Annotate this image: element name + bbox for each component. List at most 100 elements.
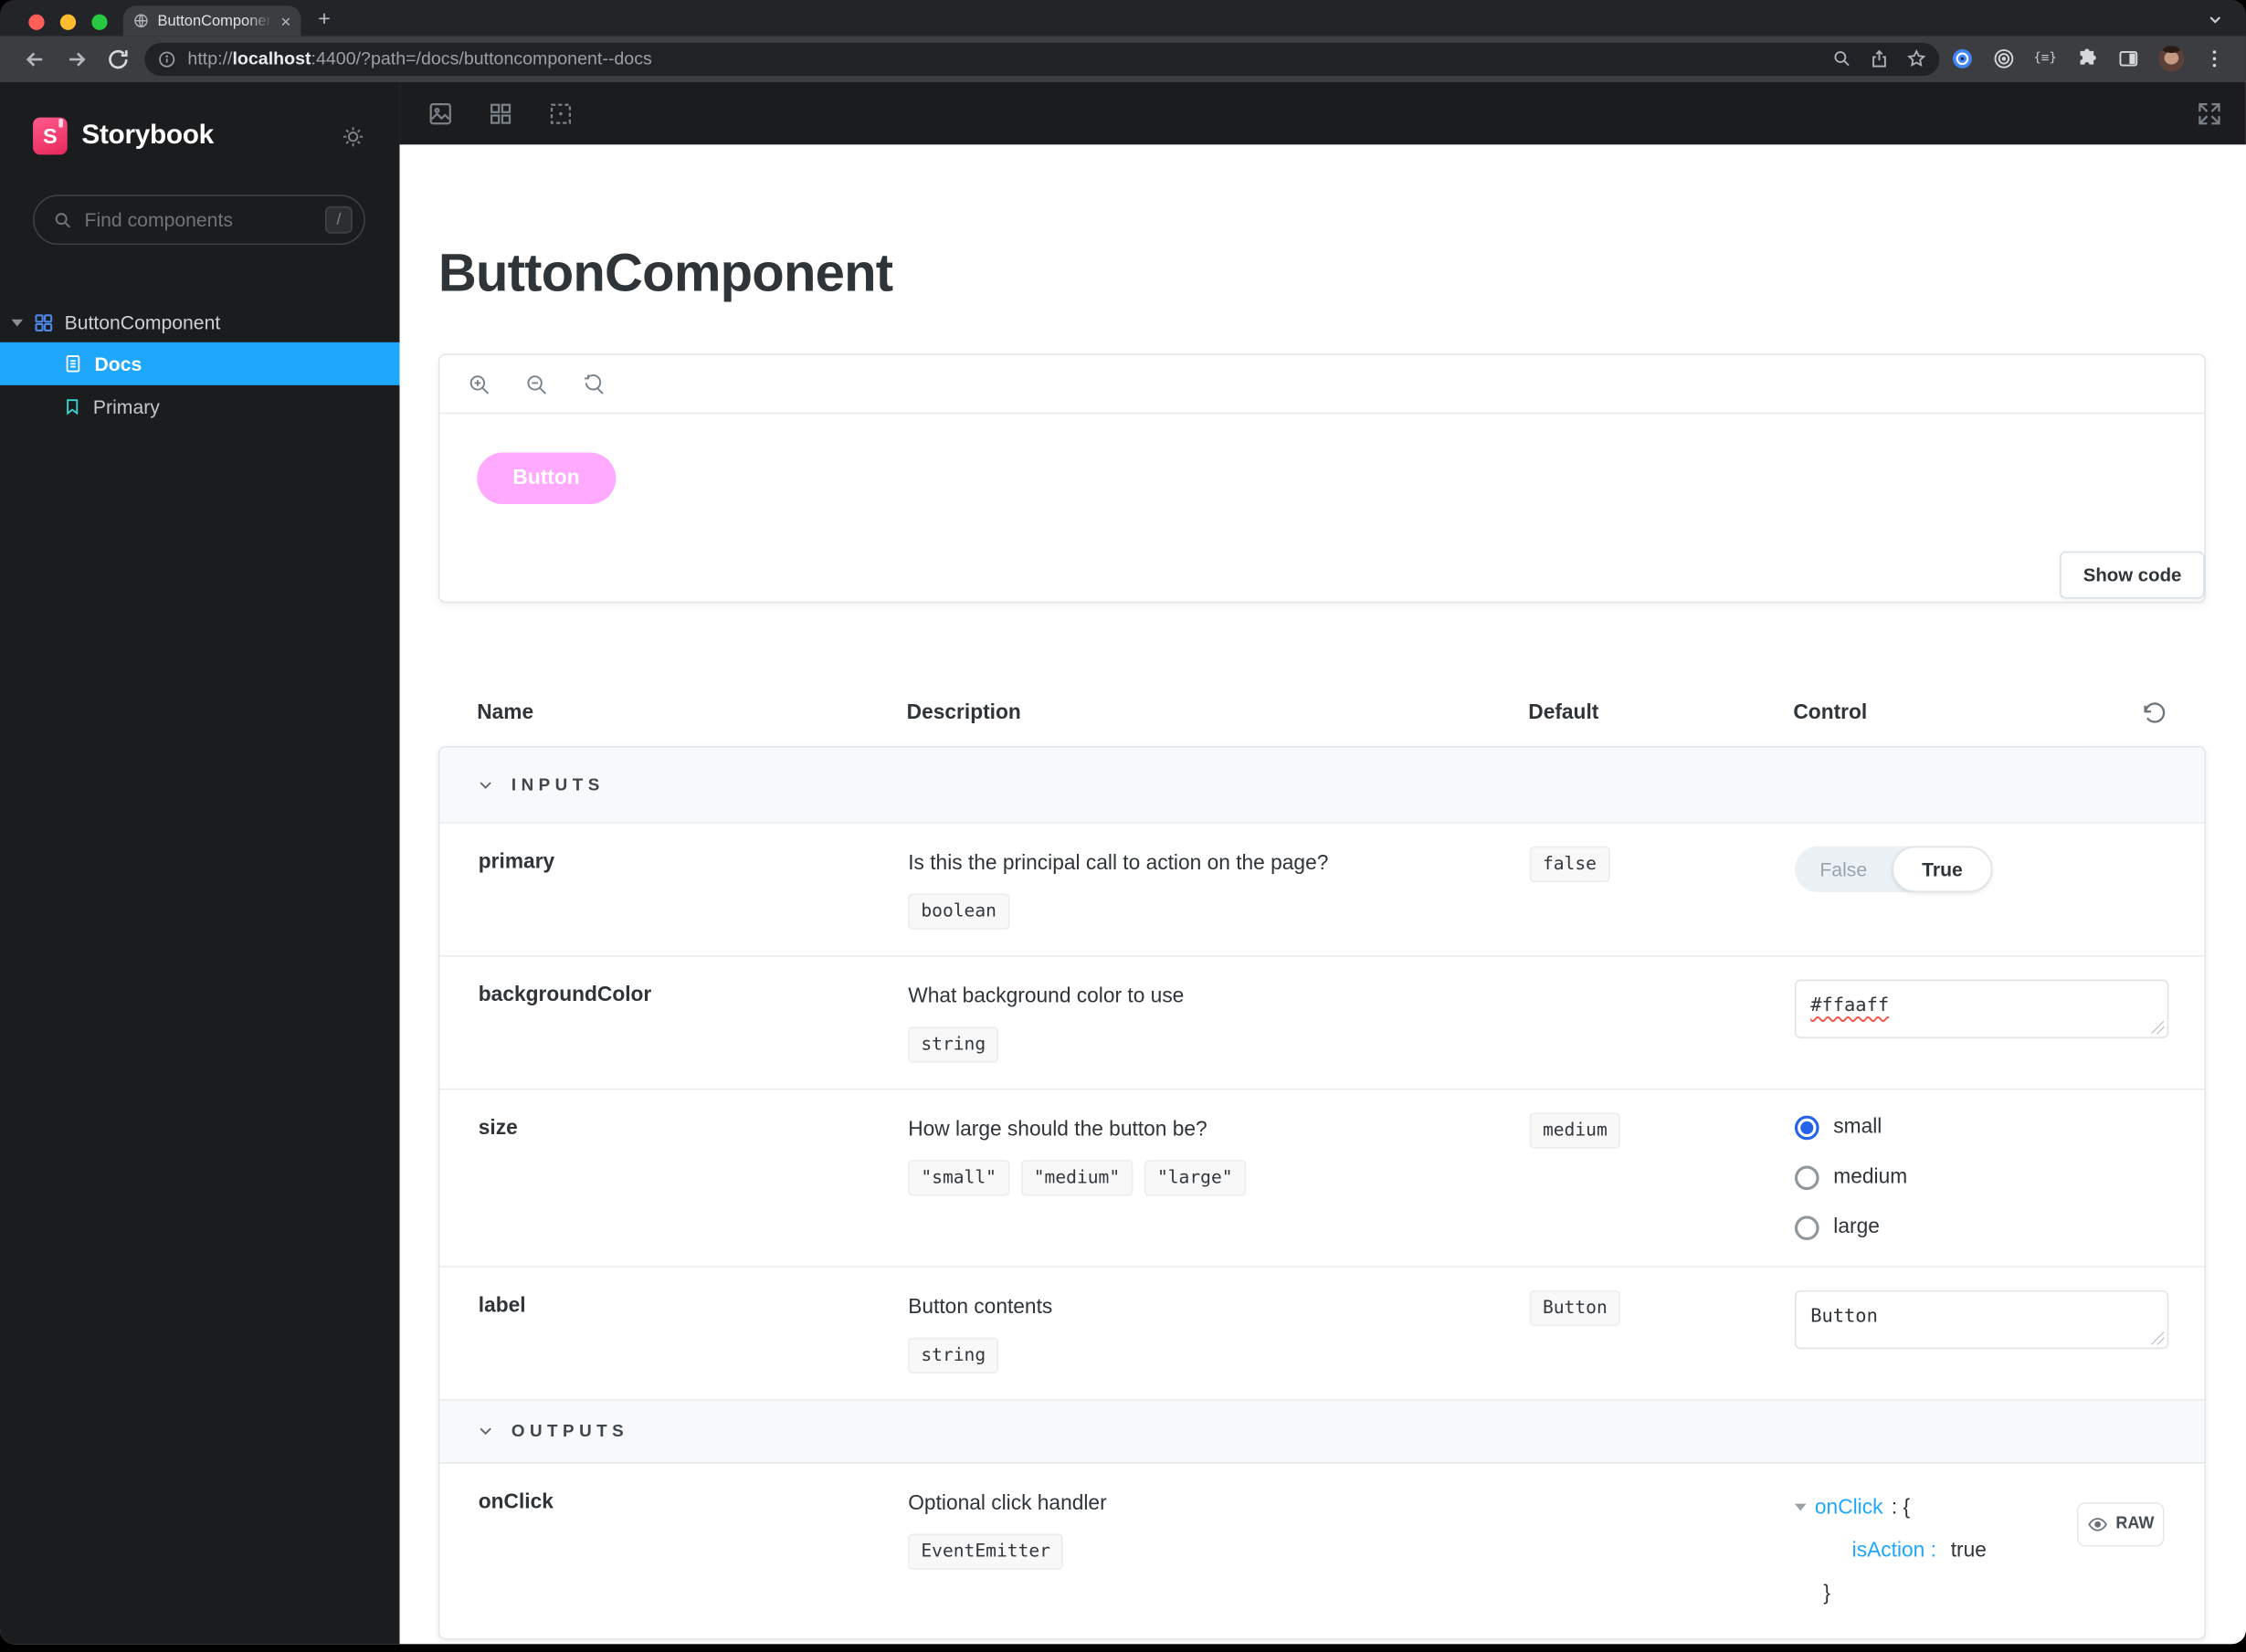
sidebar: S Storybook / Button — [0, 81, 400, 1645]
search-input[interactable] — [84, 208, 314, 231]
arg-description: Button contents — [908, 1295, 1053, 1319]
tree-entry-key[interactable]: isAction — [1852, 1539, 1925, 1562]
browser-tab-strip: ButtonComponent - Docs · Stor × + — [0, 0, 2246, 37]
browser-tab[interactable]: ButtonComponent - Docs · Stor × — [122, 5, 301, 37]
radio-small-icon[interactable] — [1794, 1115, 1819, 1140]
chevron-expander-icon[interactable] — [11, 318, 24, 326]
label-input[interactable]: Button — [1794, 1289, 2169, 1349]
type-chip: boolean — [908, 893, 1010, 930]
column-header-control: Control — [1793, 701, 1868, 725]
new-tab-button[interactable]: + — [318, 7, 331, 32]
toggle-false-option[interactable]: False — [1795, 858, 1893, 880]
backgroundcolor-value: #ffaaff — [1810, 994, 1890, 1017]
screen: ButtonComponent - Docs · Stor × + http:/… — [0, 0, 2246, 1652]
puzzle-extensions-icon[interactable] — [2075, 47, 2098, 70]
canvas-tab-icon[interactable] — [427, 100, 454, 127]
type-chip: string — [908, 1337, 999, 1373]
tree-key[interactable]: onClick — [1815, 1486, 1883, 1529]
radio-option-small[interactable]: small — [1794, 1115, 2205, 1140]
sidebar-item-docs[interactable]: Docs — [0, 342, 400, 385]
arg-name: primary — [478, 850, 555, 874]
zoom-out-icon[interactable] — [524, 372, 549, 396]
table-row-primary: primary Is this the principal call to ac… — [439, 824, 2204, 955]
boolean-toggle[interactable]: False True — [1794, 846, 1993, 892]
type-chip: EventEmitter — [908, 1532, 1064, 1569]
search-box[interactable]: / — [33, 195, 365, 246]
table-row-backgroundcolor: backgroundColor What background color to… — [439, 954, 2205, 1089]
raw-toggle-button[interactable]: RAW — [2076, 1501, 2165, 1547]
table-row-onclick: onClick Optional click handler EventEmit… — [439, 1463, 2204, 1637]
bookmark-star-icon[interactable] — [1906, 48, 1926, 68]
zoom-window-button[interactable] — [91, 14, 108, 30]
extensions-area: {≡} — [1950, 46, 2231, 72]
target-extension-icon[interactable] — [1992, 47, 2015, 70]
tab-title: ButtonComponent - Docs · Stor — [157, 12, 272, 30]
eye-icon — [2088, 1517, 2108, 1531]
tree-root-label: ButtonComponent — [64, 311, 221, 333]
zoom-in-icon[interactable] — [467, 372, 491, 396]
radio-medium-icon[interactable] — [1794, 1165, 1819, 1190]
column-header-default: Default — [1528, 701, 1599, 725]
globe-favicon-icon — [134, 14, 148, 28]
docs-label: Docs — [94, 352, 142, 375]
kebab-menu-icon[interactable] — [2203, 47, 2226, 70]
component-tree: ButtonComponent Docs Primary — [0, 302, 400, 428]
browser-toolbar: http://localhost:4400/?path=/docs/button… — [0, 36, 2246, 82]
radio-option-medium[interactable]: medium — [1794, 1165, 2205, 1190]
label-value: Button — [1810, 1305, 1878, 1328]
default-chip: false — [1529, 846, 1610, 882]
measure-outline-icon[interactable] — [547, 100, 575, 127]
devtools-extension-icon[interactable]: {≡} — [2033, 51, 2057, 66]
profile-avatar[interactable] — [2158, 46, 2185, 72]
arg-name: onClick — [478, 1489, 554, 1513]
brand-title: Storybook — [81, 120, 214, 151]
tab-search-chevron-icon[interactable] — [2208, 12, 2223, 27]
site-info-icon[interactable] — [158, 49, 176, 68]
raw-label: RAW — [2115, 1515, 2155, 1533]
sidebar-item-primary[interactable]: Primary — [0, 385, 400, 428]
section-inputs[interactable]: INPUTS — [439, 747, 2205, 824]
search-icon — [55, 212, 71, 227]
preview-body: Button — [439, 414, 2204, 505]
reload-icon[interactable] — [106, 47, 131, 71]
tree-collapse-icon[interactable] — [1794, 1503, 1807, 1511]
radio-option-large[interactable]: large — [1794, 1215, 2205, 1240]
arg-description: What background color to use — [908, 984, 1185, 1008]
section-outputs[interactable]: OUTPUTS — [439, 1398, 2205, 1464]
bookmark-icon — [67, 399, 79, 416]
tree-entry-value: true — [1950, 1539, 1987, 1563]
type-chip: "small" — [908, 1159, 1010, 1195]
close-tab-icon[interactable]: × — [280, 12, 290, 29]
tree-entry-sep: : — [1930, 1539, 1936, 1563]
show-code-button[interactable]: Show code — [2060, 551, 2205, 599]
story-preview: Button Show code — [438, 353, 2207, 604]
chevron-down-icon — [480, 1427, 491, 1436]
default-chip: medium — [1529, 1112, 1620, 1149]
grid-toggle-icon[interactable] — [487, 100, 514, 127]
forward-icon[interactable] — [65, 47, 90, 71]
default-chip: Button — [1529, 1289, 1620, 1326]
password-extension-icon[interactable] — [1950, 47, 1973, 70]
close-window-button[interactable] — [28, 14, 45, 30]
radio-large-icon[interactable] — [1794, 1215, 1819, 1240]
section-inputs-label: INPUTS — [511, 774, 605, 795]
storybook-logo: S — [33, 117, 68, 155]
back-icon[interactable] — [23, 47, 47, 71]
tree-close-brace: } — [1823, 1582, 1830, 1605]
reset-controls-icon[interactable] — [2141, 700, 2167, 726]
share-icon[interactable] — [1869, 48, 1889, 68]
gear-icon[interactable] — [341, 124, 365, 149]
address-bar[interactable]: http://localhost:4400/?path=/docs/button… — [144, 42, 1939, 76]
side-panel-icon[interactable] — [2117, 47, 2140, 70]
minimize-window-button[interactable] — [59, 14, 77, 30]
backgroundcolor-input[interactable]: #ffaaff — [1794, 979, 2169, 1038]
fullscreen-icon[interactable] — [2196, 100, 2223, 127]
zoom-reset-icon[interactable] — [582, 372, 606, 396]
arg-name: backgroundColor — [478, 984, 652, 1007]
story-button[interactable]: Button — [477, 452, 616, 505]
sidebar-item-buttoncomponent[interactable]: ButtonComponent — [0, 302, 400, 342]
size-radio-group: small medium large — [1794, 1112, 2205, 1240]
zoom-page-icon[interactable] — [1831, 48, 1851, 68]
toggle-true-option[interactable]: True — [1892, 846, 1993, 892]
docs-canvas: ButtonComponent Button Show code Name De… — [399, 144, 2246, 1645]
